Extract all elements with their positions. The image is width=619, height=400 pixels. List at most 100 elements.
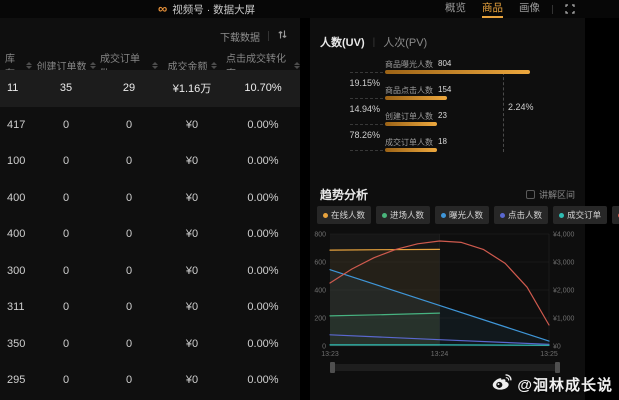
table-cell: 0.00% — [226, 338, 300, 350]
table-cell: 29 — [100, 82, 158, 94]
y-left-tick: 600 — [314, 260, 326, 267]
trend-section-title: 趋势分析 — [320, 188, 368, 202]
table-cell: 0 — [100, 265, 158, 277]
table-row[interactable]: 41700¥00.00% — [0, 107, 300, 144]
table-cell: 400 — [0, 228, 32, 240]
fullscreen-icon[interactable] — [565, 4, 575, 14]
y-right-tick: ¥0 — [553, 344, 561, 351]
live-data-dashboard: ∞ 视频号 · 数据大屏 概览商品画像 下载数据 库存创建订单数成交订单数成交金… — [0, 0, 619, 400]
brand: ∞ 视频号 · 数据大屏 — [158, 0, 255, 18]
legend-dot-icon — [559, 213, 564, 218]
x-tick: 13:25 — [540, 351, 558, 358]
legend-chip-成交金额[interactable]: 成交金额 — [612, 206, 619, 224]
sort-icon[interactable] — [277, 27, 288, 45]
table-row[interactable]: 35000¥00.00% — [0, 326, 300, 363]
legend-dot-icon — [382, 213, 387, 218]
chart-legend: 在线人数进场人数曝光人数点击人数成交订单成交金额 — [317, 206, 583, 224]
sort-carets-icon[interactable] — [294, 62, 300, 69]
slider-handle-right[interactable] — [555, 362, 560, 373]
sort-carets-icon[interactable] — [90, 62, 96, 69]
funnel-leader-line — [350, 150, 383, 151]
legend-label: 曝光人数 — [449, 209, 483, 221]
y-right-tick: ¥1,000 — [553, 316, 575, 323]
table-cell: 0 — [32, 192, 100, 204]
chart-range-slider[interactable] — [330, 364, 560, 371]
funnel-leader-line — [350, 72, 383, 73]
table-cell: 0 — [32, 119, 100, 131]
table-cell: ¥0 — [158, 192, 226, 204]
funnel-leader-line — [350, 98, 383, 99]
table-cell: 400 — [0, 192, 32, 204]
y-right-tick: ¥3,000 — [553, 260, 575, 267]
legend-label: 点击人数 — [508, 209, 542, 221]
tab-pv[interactable]: 人次(PV) — [383, 34, 427, 50]
table-cell: 0 — [32, 301, 100, 313]
top-tab-商品[interactable]: 商品 — [482, 0, 503, 18]
weibo-icon — [491, 373, 513, 396]
table-cell: 0.00% — [226, 228, 300, 240]
tab-uv[interactable]: 人数(UV) — [320, 34, 365, 50]
y-left-tick: 800 — [314, 232, 326, 239]
table-cell: 295 — [0, 374, 32, 386]
funnel-stage-label: 创建订单人数23 — [385, 110, 578, 121]
table-row[interactable]: 30000¥00.00% — [0, 253, 300, 290]
table-row[interactable]: 40000¥00.00% — [0, 180, 300, 217]
table-cell: 0 — [100, 374, 158, 386]
legend-label: 在线人数 — [331, 209, 365, 221]
table-row[interactable]: 31100¥00.00% — [0, 289, 300, 326]
explain-region-checkbox[interactable]: 讲解区间 — [526, 188, 575, 201]
legend-dot-icon — [500, 213, 505, 218]
table-cell: 35 — [32, 82, 100, 94]
divider — [268, 31, 269, 41]
table-cell: 0 — [100, 119, 158, 131]
funnel-bar — [385, 122, 437, 126]
table-row[interactable]: 10000¥00.00% — [0, 143, 300, 180]
table-cell: 0 — [32, 155, 100, 167]
table-cell: 0.00% — [226, 155, 300, 167]
legend-label: 成交订单 — [567, 209, 601, 221]
analytics-panel: 人数(UV) | 人次(PV) 2.24% 商品曝光人数80419.15%商品点… — [310, 18, 585, 400]
legend-chip-曝光人数[interactable]: 曝光人数 — [435, 206, 489, 224]
legend-chip-点击人数[interactable]: 点击人数 — [494, 206, 548, 224]
funnel-bar — [385, 148, 437, 152]
legend-chip-进场人数[interactable]: 进场人数 — [376, 206, 430, 224]
y-left-tick: 0 — [322, 344, 326, 351]
y-right-tick: ¥4,000 — [553, 232, 575, 239]
channels-logo-icon: ∞ — [158, 0, 167, 18]
funnel-bar — [385, 96, 447, 100]
checkbox-icon[interactable] — [526, 190, 535, 199]
funnel-leader-line — [350, 124, 383, 125]
table-cell: 0.00% — [226, 119, 300, 131]
funnel-stage-label: 商品点击人数154 — [385, 84, 578, 95]
table-cell: ¥0 — [158, 155, 226, 167]
table-cell: 0.00% — [226, 265, 300, 277]
series-line-在线人数 — [330, 249, 440, 250]
table-row[interactable]: 113529¥1.16万10.70% — [0, 70, 300, 107]
watermark-text: @洄林成长说 — [517, 374, 613, 395]
download-data-button[interactable]: 下载数据 — [220, 29, 260, 44]
top-navigation: 概览商品画像 — [445, 0, 575, 18]
table-row[interactable]: 40000¥00.00% — [0, 216, 300, 253]
table-cell: 100 — [0, 155, 32, 167]
app-title: 视频号 · 数据大屏 — [172, 2, 255, 17]
top-tabs: 概览商品画像 — [445, 0, 540, 18]
sort-carets-icon[interactable] — [211, 62, 217, 69]
legend-chip-成交订单[interactable]: 成交订单 — [553, 206, 607, 224]
table-cell: 0 — [100, 338, 158, 350]
divider — [552, 5, 553, 14]
table-row[interactable]: 29500¥00.00% — [0, 362, 300, 399]
table-cell: ¥1.16万 — [158, 80, 226, 96]
table-cell: 0 — [100, 155, 158, 167]
table-cell: ¥0 — [158, 228, 226, 240]
table-cell: 311 — [0, 301, 32, 313]
legend-label: 进场人数 — [390, 209, 424, 221]
funnel-stage-label: 商品曝光人数804 — [385, 58, 578, 69]
legend-dot-icon — [441, 213, 446, 218]
table-cell: 417 — [0, 119, 32, 131]
topbar: ∞ 视频号 · 数据大屏 概览商品画像 — [0, 0, 619, 18]
top-tab-概览[interactable]: 概览 — [445, 0, 466, 18]
slider-handle-left[interactable] — [330, 362, 335, 373]
legend-chip-在线人数[interactable]: 在线人数 — [317, 206, 371, 224]
x-tick: 13:24 — [431, 351, 449, 358]
top-tab-画像[interactable]: 画像 — [519, 0, 540, 18]
